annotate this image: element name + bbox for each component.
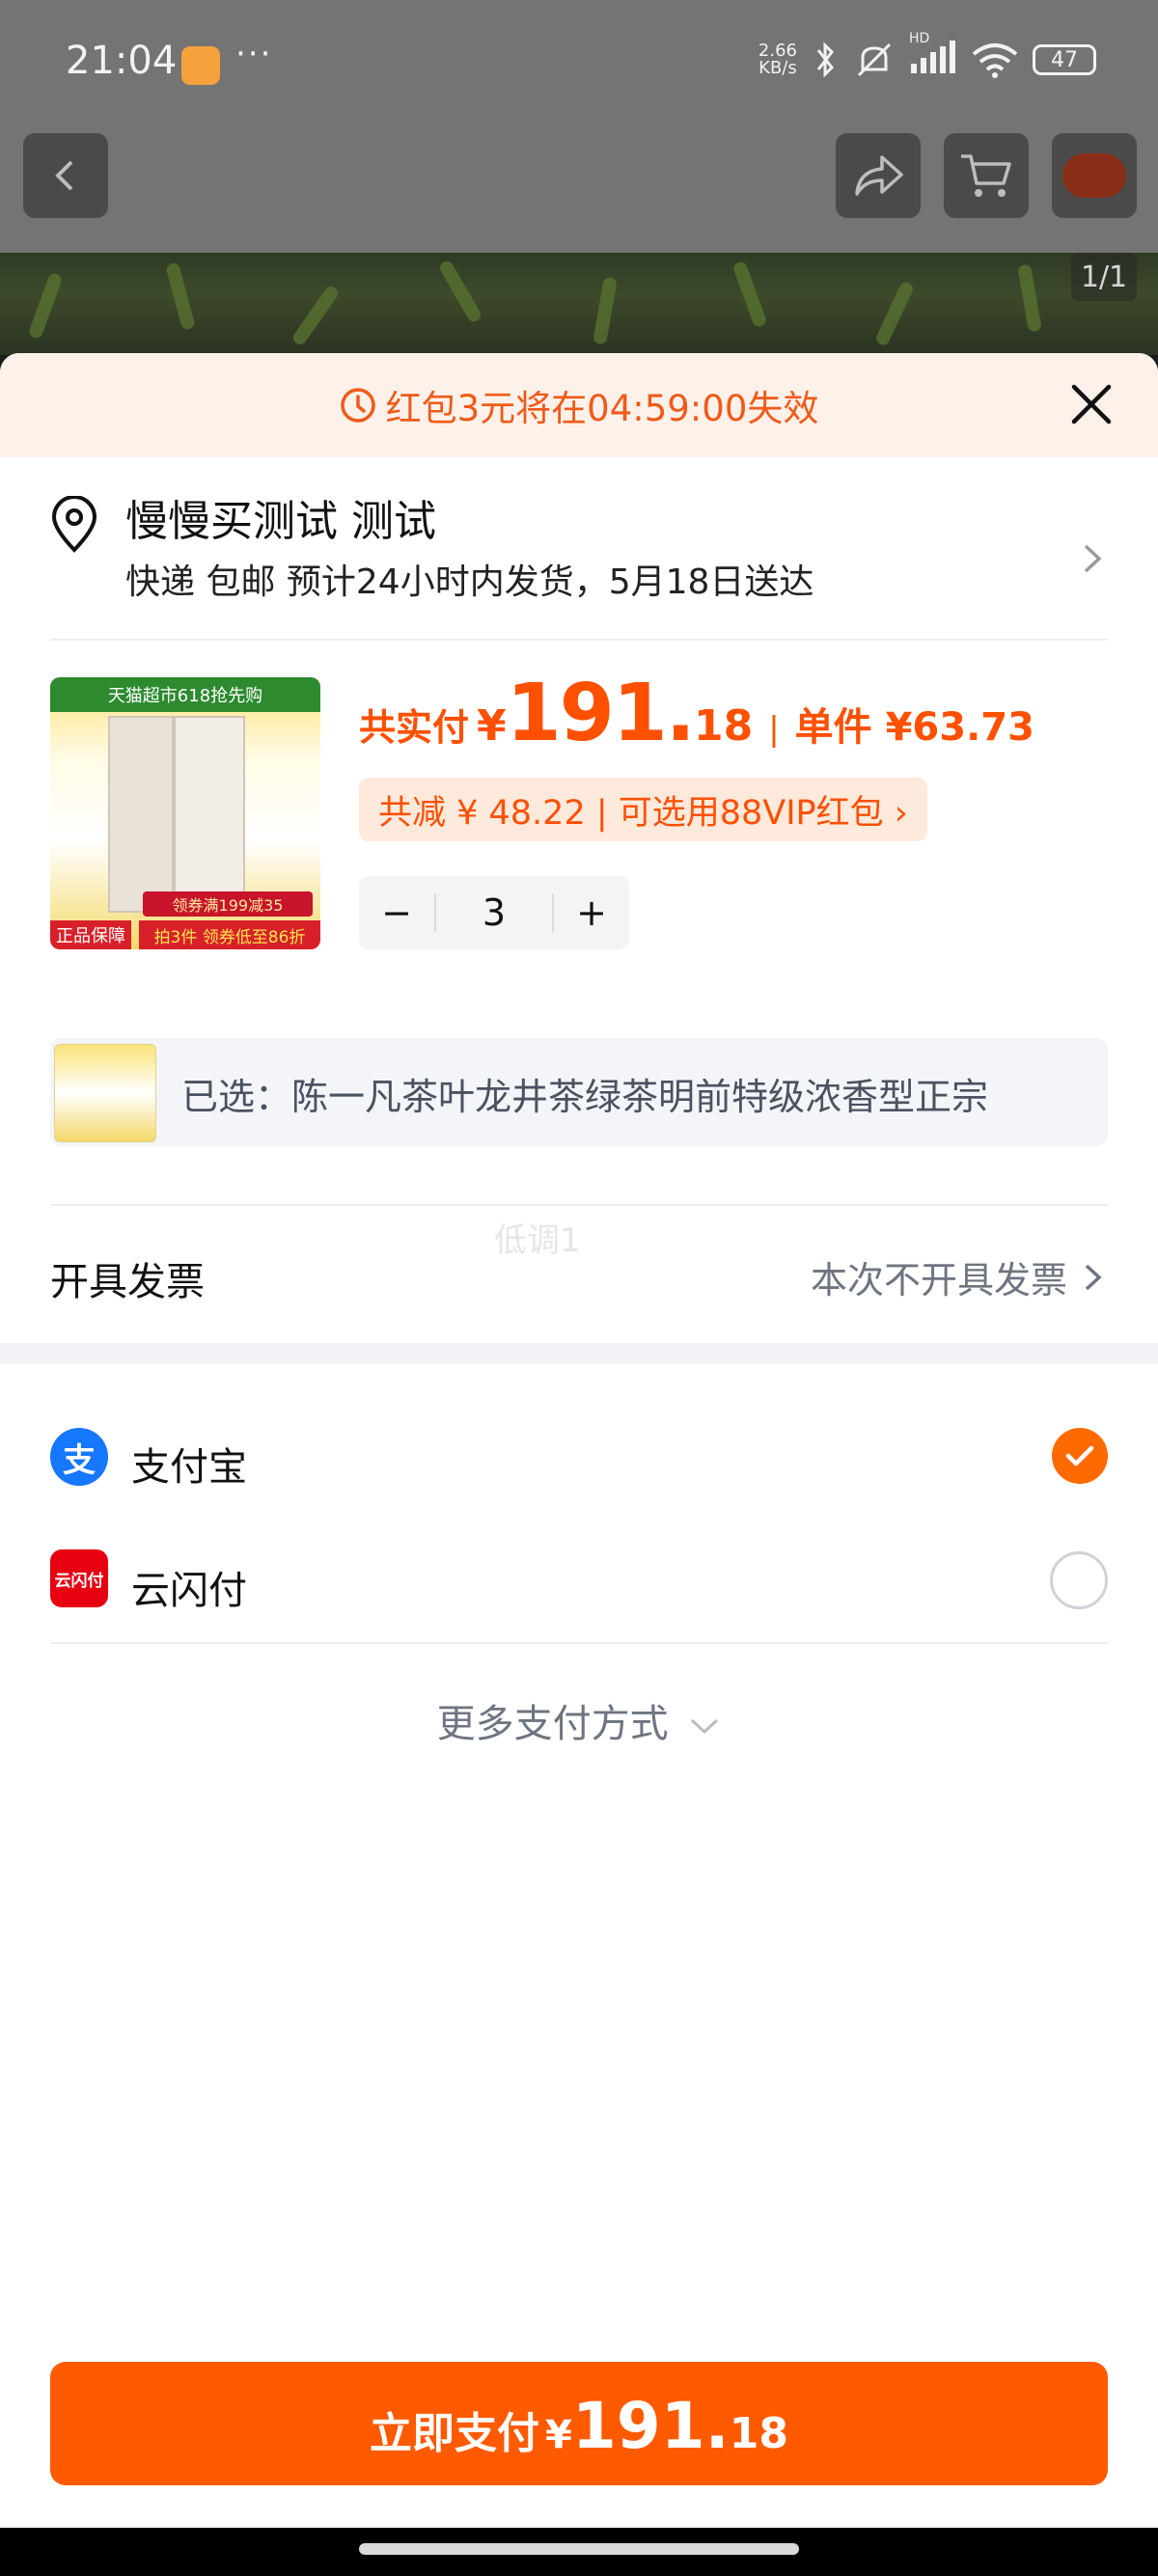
payment-option-alipay[interactable]: 支 支付宝 — [0, 1403, 1158, 1509]
checkout-sheet: 红包3元将在04:59:00失效 慢慢买测试 测试 快递 包邮 预计24小时内发… — [0, 353, 1158, 2528]
product-page-backdrop: 21:04 ··· 2.66 KB/s HD 47 1/1 — [0, 0, 1158, 355]
chevron-right-icon — [1085, 1264, 1102, 1290]
section-gap — [0, 1343, 1158, 1364]
chevron-down-icon — [691, 1718, 719, 1735]
share-button[interactable] — [836, 133, 921, 218]
watermark: 低调1 — [494, 1221, 581, 1260]
location-pin-icon — [51, 496, 97, 553]
status-time: 21:04 — [66, 39, 178, 83]
product-thumbnail[interactable]: 天猫超市618抢先购 领券满199减35 正品保障 拍3件 领券低至86折 — [50, 677, 320, 949]
network-speed: 2.66 KB/s — [758, 41, 797, 78]
more-payment-methods[interactable]: 更多支付方式 — [0, 1692, 1158, 1748]
message-bubble-icon — [1062, 153, 1126, 198]
status-bar: 21:04 ··· 2.66 KB/s HD 47 — [0, 0, 1158, 131]
banner-text: 红包3元将在04:59:00失效 — [385, 388, 819, 429]
variant-thumbnail — [54, 1044, 156, 1142]
total-price: 共实付 ¥ 191. 18 | 单件 ¥63.73 — [359, 668, 1034, 759]
clock-icon — [340, 388, 375, 423]
more-notifications-icon: ··· — [235, 35, 273, 73]
payment-label: 云闪付 — [131, 1569, 247, 1613]
image-page-indicator: 1/1 — [1071, 253, 1137, 301]
address-section[interactable]: 慢慢买测试 测试 快递 包邮 预计24小时内发货，5月18日送达 — [0, 457, 1158, 650]
payment-option-unionpay[interactable]: 云闪付 云闪付 — [0, 1526, 1158, 1632]
increase-quantity-button[interactable]: + — [554, 891, 629, 934]
selected-variant[interactable]: 已选：陈一凡茶叶龙井茶绿茶明前特级浓香型正宗 — [50, 1038, 1108, 1146]
app-notification-icon — [181, 46, 220, 85]
more-button[interactable] — [1052, 133, 1137, 218]
wifi-icon — [972, 43, 1018, 78]
battery-icon: 47 — [1033, 44, 1096, 75]
total-price-decimal: 18 — [693, 701, 754, 751]
close-icon[interactable] — [1069, 382, 1114, 426]
selected-variant-text: 已选：陈一凡茶叶龙井茶绿茶明前特级浓香型正宗 — [181, 1076, 989, 1118]
mute-icon — [857, 42, 892, 77]
back-button[interactable] — [23, 133, 108, 218]
chevron-left-icon — [55, 160, 73, 191]
quantity-stepper: − 3 + — [359, 876, 629, 949]
recipient-name: 慢慢买测试 测试 — [125, 497, 436, 546]
divider — [50, 639, 1108, 641]
total-price-label: 共实付 — [359, 706, 470, 749]
total-price-integer: 191. — [506, 668, 696, 759]
unionpay-icon: 云闪付 — [50, 1549, 108, 1607]
decrease-quantity-button[interactable]: − — [359, 891, 434, 934]
pay-now-button[interactable]: 立即支付 ¥ 191. 18 — [50, 2362, 1108, 2485]
discount-badge[interactable]: 共减 ¥ 48.22 | 可选用88VIP红包 › — [359, 778, 927, 841]
divider — [50, 1204, 1108, 1206]
unit-price: 单件 ¥63.73 — [794, 705, 1034, 750]
product-hero-image — [0, 253, 1158, 355]
radio-unselected[interactable] — [1050, 1551, 1108, 1609]
invoice-label: 开具发票 — [50, 1260, 205, 1304]
payment-label: 支付宝 — [131, 1445, 247, 1490]
share-icon — [855, 155, 903, 196]
cart-button[interactable] — [944, 133, 1029, 218]
quantity-value[interactable]: 3 — [434, 893, 554, 932]
check-icon — [1065, 1445, 1094, 1466]
invoice-option[interactable]: 本次不开具发票 — [811, 1250, 1104, 1303]
divider — [50, 1642, 1108, 1644]
cart-icon — [961, 154, 1011, 197]
alipay-icon: 支 — [50, 1428, 108, 1486]
red-packet-banner: 红包3元将在04:59:00失效 — [0, 353, 1158, 457]
bluetooth-icon — [816, 41, 834, 78]
home-indicator[interactable] — [359, 2543, 799, 2555]
delivery-info: 快递 包邮 预计24小时内发货，5月18日送达 — [125, 562, 814, 602]
status-icons: 2.66 KB/s HD 47 — [758, 31, 1096, 79]
radio-selected[interactable] — [1052, 1428, 1108, 1484]
chevron-right-icon — [1084, 544, 1102, 573]
cellular-icon: HD — [909, 31, 957, 79]
